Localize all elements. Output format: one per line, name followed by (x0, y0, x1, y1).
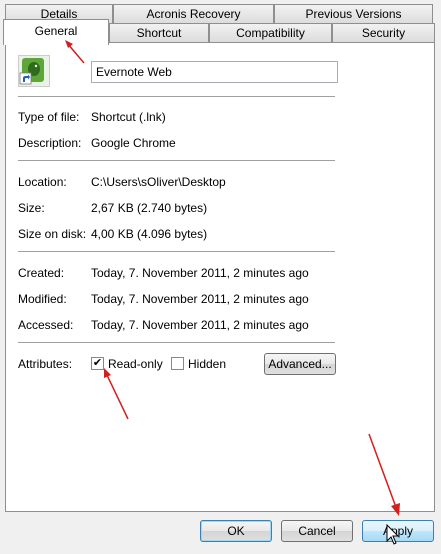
tab-label: Previous Versions (305, 7, 402, 21)
advanced-button[interactable]: Advanced... (264, 353, 336, 375)
size-value: 2,67 KB (2.740 bytes) (91, 201, 208, 215)
tab-label: Shortcut (136, 26, 182, 40)
hidden-label: Hidden (188, 357, 227, 371)
tab-previous-versions[interactable]: Previous Versions (274, 4, 433, 23)
divider (18, 160, 335, 161)
divider (18, 251, 335, 252)
checkmark-icon: ✔ (92, 357, 103, 369)
tab-label: Acronis Recovery (146, 7, 241, 21)
apply-button[interactable]: Apply (362, 520, 434, 542)
tab-acronis-recovery[interactable]: Acronis Recovery (113, 4, 274, 23)
hidden-checkbox[interactable] (171, 357, 184, 370)
attributes-label: Attributes: (18, 357, 73, 371)
evernote-icon (18, 55, 50, 87)
readonly-label: Read-only (108, 357, 163, 371)
size-on-disk-value: 4,00 KB (4.096 bytes) (91, 227, 208, 241)
ok-button-label: OK (227, 524, 245, 538)
ok-button[interactable]: OK (200, 520, 272, 542)
accessed-value: Today, 7. November 2011, 2 minutes ago (91, 318, 309, 332)
type-value: Shortcut (.lnk) (91, 110, 166, 124)
cancel-button-label: Cancel (298, 524, 336, 538)
tab-label: Compatibility (236, 26, 305, 40)
readonly-checkbox[interactable]: ✔ (91, 357, 104, 370)
tab-security[interactable]: Security (332, 23, 435, 42)
apply-button-label: Apply (382, 524, 414, 538)
location-value: C:\Users\sOliver\Desktop (91, 175, 226, 189)
created-label: Created: (18, 266, 65, 280)
divider (18, 342, 335, 343)
file-name-field[interactable]: Evernote Web (91, 61, 338, 83)
tab-general[interactable]: General (3, 19, 109, 45)
description-value: Google Chrome (91, 136, 176, 150)
size-label: Size: (18, 201, 45, 215)
accessed-label: Accessed: (18, 318, 74, 332)
file-name-value: Evernote Web (96, 65, 172, 79)
type-label: Type of file: (18, 110, 80, 124)
location-label: Location: (18, 175, 67, 189)
cancel-button[interactable]: Cancel (281, 520, 353, 542)
size-on-disk-label: Size on disk: (18, 227, 87, 241)
general-panel: Evernote Web Type of file: Shortcut (.ln… (5, 42, 435, 512)
tab-shortcut[interactable]: Shortcut (109, 23, 209, 42)
modified-label: Modified: (18, 292, 67, 306)
tab-label: Security (361, 26, 406, 40)
description-label: Description: (18, 136, 82, 150)
divider (18, 96, 335, 97)
advanced-button-label: Advanced... (268, 357, 332, 371)
modified-value: Today, 7. November 2011, 2 minutes ago (91, 292, 309, 306)
tab-label: General (34, 24, 78, 38)
created-value: Today, 7. November 2011, 2 minutes ago (91, 266, 309, 280)
tab-compatibility[interactable]: Compatibility (209, 23, 332, 42)
